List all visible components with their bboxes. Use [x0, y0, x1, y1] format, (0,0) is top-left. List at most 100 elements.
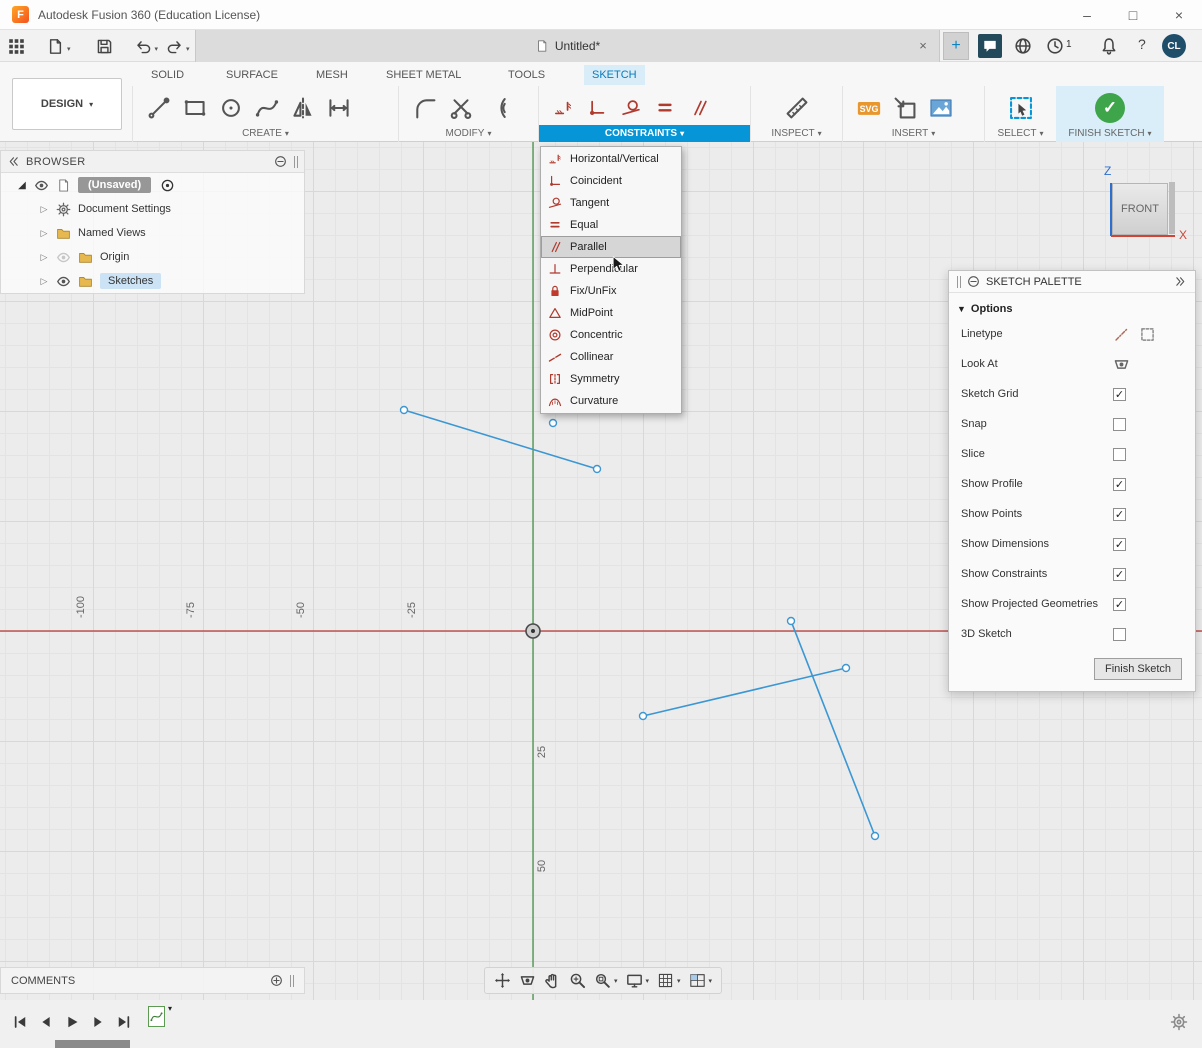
line-tool-icon[interactable]: [147, 96, 171, 120]
menu-item-coincident[interactable]: Coincident: [541, 170, 681, 192]
undo-caret-icon[interactable]: ▾: [155, 45, 159, 53]
menu-item-tangent[interactable]: Tangent: [541, 192, 681, 214]
pan-hand-icon[interactable]: [544, 972, 561, 989]
fit-caret-icon[interactable]: ▾: [614, 977, 618, 985]
checkbox-show-profile[interactable]: ✓: [1113, 478, 1126, 491]
finish-sketch-button[interactable]: Finish Sketch: [1094, 658, 1182, 680]
tab-solid[interactable]: SOLID: [143, 65, 192, 85]
browser-minimize-icon[interactable]: [274, 155, 287, 168]
inspect-group-label[interactable]: INSPECT▾: [751, 128, 842, 139]
comments-bubble-icon[interactable]: [978, 34, 1002, 58]
equal-icon[interactable]: [655, 98, 675, 118]
display-caret-icon[interactable]: ▾: [646, 977, 650, 985]
visibility-eye-icon[interactable]: [56, 250, 71, 265]
undo-icon[interactable]: [135, 38, 152, 55]
tangent-icon[interactable]: [621, 98, 641, 118]
menu-item-concentric[interactable]: Concentric: [541, 324, 681, 346]
collapse-browser-icon[interactable]: [7, 155, 20, 168]
trim-tool-icon[interactable]: [449, 96, 473, 120]
checkbox-show-dimensions[interactable]: ✓: [1113, 538, 1126, 551]
coincident-icon[interactable]: [587, 98, 607, 118]
checkbox-show-projected-geometries[interactable]: ✓: [1113, 598, 1126, 611]
comments-drag-grip[interactable]: [290, 975, 294, 987]
root-visibility-eye-icon[interactable]: [34, 178, 49, 193]
checkbox-3d-sketch[interactable]: [1113, 628, 1126, 641]
tab-sketch[interactable]: SKETCH: [584, 65, 645, 85]
horizontal-vertical-icon[interactable]: [553, 98, 573, 118]
design-workspace-button[interactable]: DESIGN▾: [12, 78, 122, 130]
canvas-image-icon[interactable]: [929, 96, 953, 120]
app-grid-icon[interactable]: [8, 38, 25, 55]
menu-item-perpendicular[interactable]: Perpendicular: [541, 258, 681, 280]
select-tool-icon[interactable]: [1009, 96, 1033, 120]
checkbox-slice[interactable]: [1113, 448, 1126, 461]
user-avatar[interactable]: CL: [1162, 34, 1186, 58]
viewports-icon[interactable]: [689, 972, 706, 989]
document-tab[interactable]: Untitled* ×: [195, 30, 940, 62]
checkbox-sketch-grid[interactable]: ✓: [1113, 388, 1126, 401]
browser-drag-grip[interactable]: [294, 156, 298, 168]
modify-group-label[interactable]: MODIFY▾: [399, 128, 538, 139]
skip-to-end-button[interactable]: [116, 1014, 132, 1030]
insert-mesh-icon[interactable]: [893, 96, 917, 120]
browser-item-sketches[interactable]: ▷Sketches: [1, 269, 304, 293]
fillet-tool-icon[interactable]: [413, 96, 437, 120]
activate-target-icon[interactable]: [160, 178, 175, 193]
menu-item-collinear[interactable]: Collinear: [541, 346, 681, 368]
browser-item-origin[interactable]: ▷Origin: [1, 245, 304, 269]
grid-settings-icon[interactable]: [657, 972, 674, 989]
job-status-icon[interactable]: [1046, 37, 1064, 55]
online-status-icon[interactable]: [1014, 37, 1032, 55]
parallel-icon[interactable]: [689, 98, 709, 118]
viewcube-front-face[interactable]: FRONT: [1112, 183, 1168, 235]
mirror-tool-icon[interactable]: [291, 96, 315, 120]
finish-sketch-group-label[interactable]: FINISH SKETCH▾: [1056, 128, 1164, 139]
new-tab-button[interactable]: +: [943, 32, 969, 60]
minimize-button[interactable]: –: [1064, 0, 1110, 29]
zoom-icon[interactable]: [569, 972, 586, 989]
grid-caret-icon[interactable]: ▾: [677, 977, 681, 985]
browser-item-document-settings[interactable]: ▷Document Settings: [1, 197, 304, 221]
tab-mesh[interactable]: MESH: [308, 65, 356, 85]
rectangle-tool-icon[interactable]: [183, 96, 207, 120]
create-group-label[interactable]: CREATE▾: [133, 128, 398, 139]
timeline-settings-gear-icon[interactable]: [1170, 1013, 1188, 1031]
notifications-bell-icon[interactable]: [1100, 37, 1118, 55]
maximize-button[interactable]: □: [1110, 0, 1156, 29]
menu-item-fix-unfix[interactable]: Fix/UnFix: [541, 280, 681, 302]
redo-caret-icon[interactable]: ▾: [186, 45, 190, 53]
redo-icon[interactable]: [166, 38, 183, 55]
finish-sketch-check-icon[interactable]: ✓: [1095, 93, 1125, 123]
palette-drag-grip[interactable]: [957, 276, 961, 288]
viewcube[interactable]: FRONT Z X: [1100, 158, 1200, 250]
expand-arrow-icon[interactable]: ▷: [39, 228, 49, 239]
construction-icon[interactable]: [1139, 326, 1156, 343]
options-section-header[interactable]: ▼Options: [949, 293, 1195, 319]
help-icon[interactable]: ?: [1138, 36, 1146, 52]
insert-svg-icon[interactable]: SVG: [857, 96, 881, 120]
skip-to-start-button[interactable]: [12, 1014, 28, 1030]
menu-item-equal[interactable]: Equal: [541, 214, 681, 236]
display-settings-icon[interactable]: [626, 972, 643, 989]
tab-surface[interactable]: SURFACE: [218, 65, 286, 85]
checkbox-show-constraints[interactable]: ✓: [1113, 568, 1126, 581]
collapse-palette-icon[interactable]: [1174, 275, 1187, 288]
save-icon[interactable]: [96, 38, 113, 55]
menu-item-curvature[interactable]: Curvature: [541, 390, 681, 412]
fit-view-icon[interactable]: [594, 972, 611, 989]
checkbox-show-points[interactable]: ✓: [1113, 508, 1126, 521]
browser-item-named-views[interactable]: ▷Named Views: [1, 221, 304, 245]
insert-group-label[interactable]: INSERT▾: [843, 128, 984, 139]
expand-arrow-icon[interactable]: ▷: [39, 252, 49, 263]
checkbox-snap[interactable]: [1113, 418, 1126, 431]
expand-arrow-icon[interactable]: ▷: [39, 204, 49, 215]
step-forward-button[interactable]: [90, 1014, 106, 1030]
browser-root-item[interactable]: ◢ (Unsaved): [1, 173, 304, 197]
constraints-group-label[interactable]: CONSTRAINTS▾: [539, 125, 750, 142]
tab-tools[interactable]: TOOLS: [500, 65, 553, 85]
file-menu-icon[interactable]: [47, 38, 64, 55]
menu-item-parallel[interactable]: Parallel: [541, 236, 681, 258]
orbit-icon[interactable]: [494, 972, 511, 989]
close-tab-icon[interactable]: ×: [915, 38, 931, 54]
spline-tool-icon[interactable]: [255, 96, 279, 120]
